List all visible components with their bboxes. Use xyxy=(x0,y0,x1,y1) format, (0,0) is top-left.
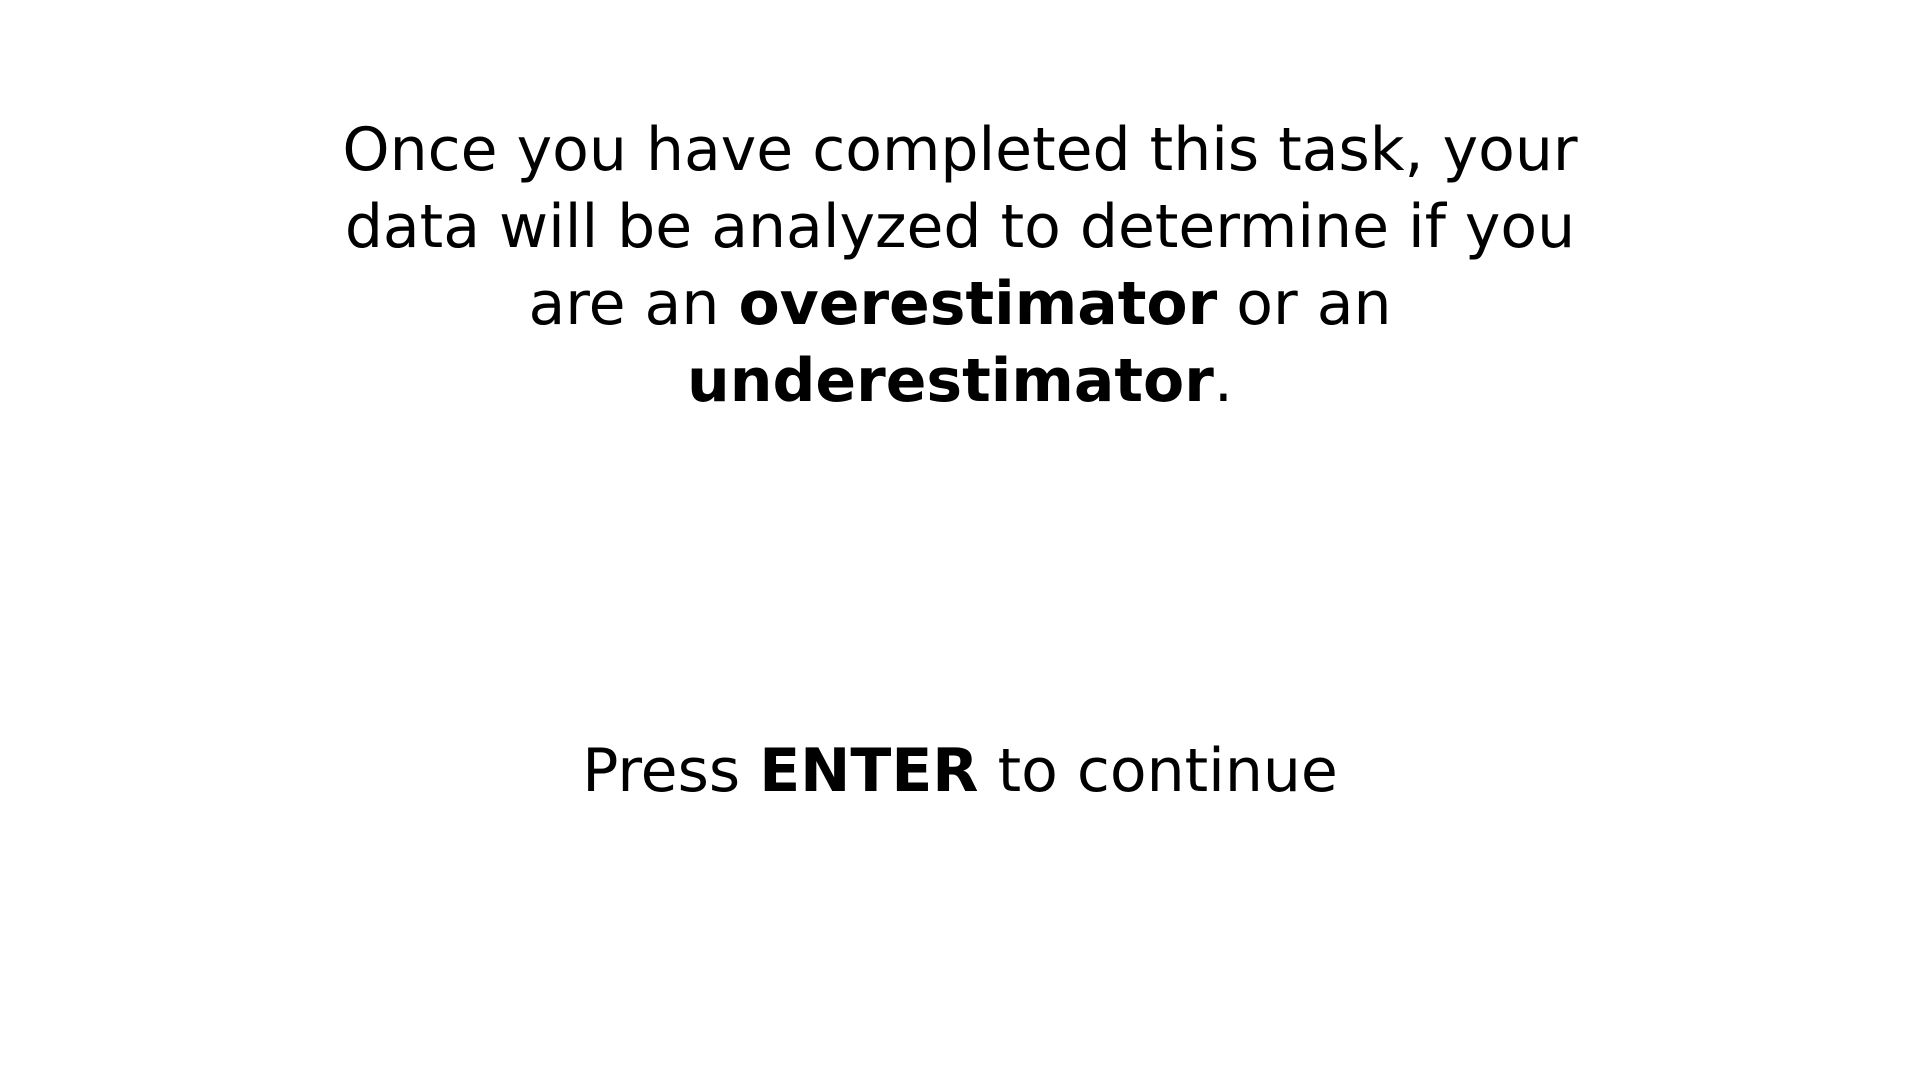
instruction-text: Once you have completed this task, your … xyxy=(300,112,1620,420)
prompt-prefix: Press xyxy=(582,736,760,806)
continue-prompt: Press ENTER to continue xyxy=(0,733,1920,810)
prompt-suffix: to continue xyxy=(978,736,1338,806)
term-underestimator: underestimator xyxy=(687,346,1214,416)
term-overestimator: overestimator xyxy=(738,269,1218,339)
instruction-part-3: . xyxy=(1213,346,1233,416)
enter-key-label: ENTER xyxy=(759,736,979,806)
instruction-container: Once you have completed this task, your … xyxy=(0,112,1920,420)
instruction-part-2: or an xyxy=(1217,269,1392,339)
